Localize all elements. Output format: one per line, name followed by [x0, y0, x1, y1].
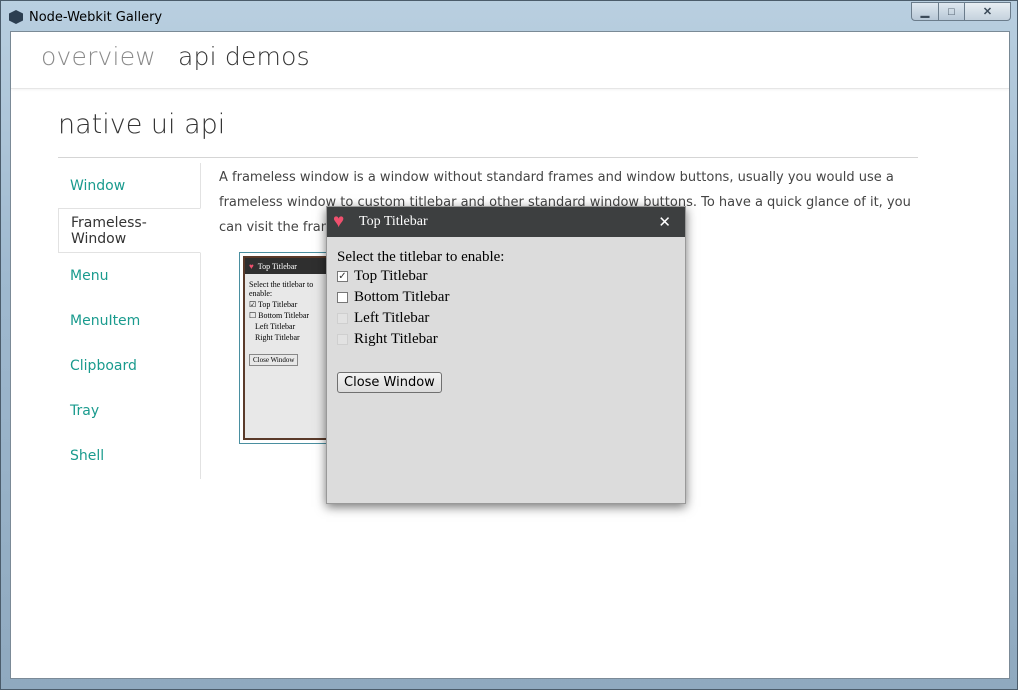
sidebar-item-frameless-window[interactable]: Frameless-Window: [58, 208, 201, 253]
top-navigation: overview api demos: [11, 32, 1009, 89]
thumbnail-option: ☑ Top Titlebar: [249, 300, 298, 309]
thumbnail-title: Top Titlebar: [257, 261, 297, 271]
sidebar-item-clipboard[interactable]: Clipboard: [58, 343, 200, 388]
caption-buttons: ▁ □ ✕: [911, 2, 1011, 21]
left-titlebar-checkbox: [337, 313, 348, 324]
top-titlebar-checkbox[interactable]: ✓: [337, 271, 348, 282]
sidebar-item-window[interactable]: Window: [58, 163, 200, 208]
frameless-close-icon[interactable]: ✕: [658, 213, 671, 231]
option-left-titlebar: Left Titlebar: [337, 308, 675, 329]
frameless-title: Top Titlebar: [359, 214, 428, 229]
option-bottom-titlebar[interactable]: Bottom Titlebar: [337, 287, 675, 308]
page-title: native ui api: [58, 109, 226, 140]
os-titlebar[interactable]: Node-Webkit Gallery: [9, 7, 162, 27]
maximize-icon: □: [948, 5, 955, 18]
sidebar-item-shell[interactable]: Shell: [58, 433, 200, 478]
minimize-button[interactable]: ▁: [911, 2, 939, 21]
minimize-icon: ▁: [920, 6, 930, 18]
sidebar: Window Frameless-Window Menu MenuItem Cl…: [58, 163, 201, 479]
maximize-button[interactable]: □: [939, 2, 965, 21]
thumbnail-prompt: Select the titlebar to enable:: [249, 280, 314, 298]
nav-overview[interactable]: overview: [41, 42, 156, 71]
thumbnail-heart-icon: ♥: [249, 261, 254, 271]
close-window-button[interactable]: Close Window: [337, 372, 442, 393]
option-label: Bottom Titlebar: [354, 289, 450, 305]
sidebar-item-menuitem[interactable]: MenuItem: [58, 298, 200, 343]
thumbnail-body: Select the titlebar to enable: ☑ Top Tit…: [245, 274, 333, 438]
close-icon: ✕: [982, 6, 993, 18]
option-top-titlebar[interactable]: ✓ Top Titlebar: [337, 266, 675, 287]
thumbnail-option: Left Titlebar: [255, 322, 296, 331]
thumbnail-close-button: Close Window: [249, 354, 299, 366]
option-label: Left Titlebar: [354, 310, 430, 326]
option-right-titlebar: Right Titlebar: [337, 329, 675, 350]
close-button[interactable]: ✕: [965, 2, 1011, 21]
sidebar-item-menu[interactable]: Menu: [58, 253, 200, 298]
app-logo-icon: [9, 10, 23, 24]
heart-icon: ♥: [333, 211, 345, 232]
title-divider: [58, 157, 918, 158]
window-title: Node-Webkit Gallery: [29, 9, 163, 25]
demo-screenshot-thumbnail[interactable]: ♥ Top Titlebar Select the titlebar to en…: [239, 252, 339, 444]
titlebar-prompt: Select the titlebar to enable:: [337, 249, 505, 265]
option-label: Top Titlebar: [354, 268, 428, 284]
right-titlebar-checkbox: [337, 334, 348, 345]
nav-api-demos[interactable]: api demos: [178, 42, 310, 71]
thumbnail-option: ☐ Bottom Titlebar: [249, 311, 310, 320]
thumbnail-option: Right Titlebar: [255, 333, 300, 342]
frameless-body: Select the titlebar to enable: ✓ Top Tit…: [327, 237, 685, 405]
thumbnail-titlebar: ♥ Top Titlebar: [245, 258, 333, 274]
sidebar-item-tray[interactable]: Tray: [58, 388, 200, 433]
bottom-titlebar-checkbox[interactable]: [337, 292, 348, 303]
frameless-titlebar[interactable]: ♥ Top Titlebar ✕: [327, 207, 685, 237]
frameless-window: ♥ Top Titlebar ✕ Select the titlebar to …: [326, 206, 686, 504]
thumbnail-frame: ♥ Top Titlebar Select the titlebar to en…: [243, 256, 335, 440]
option-label: Right Titlebar: [354, 331, 438, 347]
